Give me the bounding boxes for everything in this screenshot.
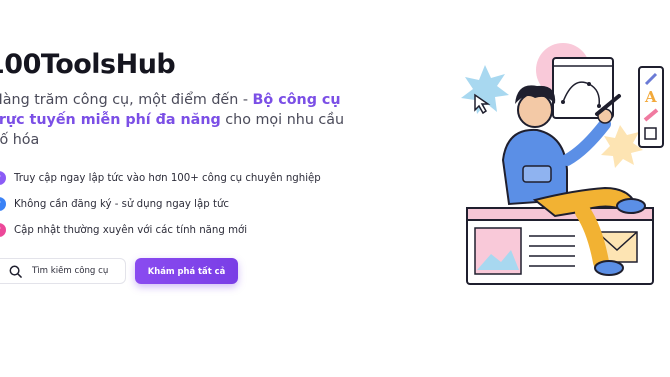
feature-item: ✓ Không cần đăng ký - sử dụng ngay lập t… bbox=[0, 191, 321, 217]
search-box[interactable] bbox=[0, 258, 126, 284]
tagline-tail: cho mọi nhu cầu bbox=[220, 112, 345, 128]
search-input[interactable] bbox=[32, 266, 122, 276]
tagline-lead: Hàng trăm công cụ, một điểm đến - bbox=[0, 92, 253, 108]
feature-list: ✓ Truy cập ngay lập tức vào hơn 100+ côn… bbox=[0, 165, 321, 243]
starburst-yellow bbox=[601, 125, 643, 168]
tagline-accent-2: trực tuyến miễn phí đa năng bbox=[0, 112, 221, 128]
check-icon: ✓ bbox=[0, 223, 6, 237]
explore-all-button[interactable]: Khám phá tất cả bbox=[135, 258, 238, 284]
tagline-accent-1: Bộ công cụ bbox=[252, 92, 341, 108]
feature-text: Không cần đăng ký - sử dụng ngay lập tức bbox=[14, 198, 230, 210]
check-icon: ✓ bbox=[0, 171, 6, 185]
hero-illustration: A bbox=[461, 43, 664, 285]
feature-text: Cập nhật thường xuyên với các tính năng … bbox=[14, 224, 248, 236]
feature-text: Truy cập ngay lập tức vào hơn 100+ công … bbox=[14, 172, 321, 184]
text-tool-icon: A bbox=[644, 88, 657, 106]
hero-tagline: Hàng trăm công cụ, một điểm đến - Bộ côn… bbox=[0, 90, 344, 150]
starburst-decoration bbox=[461, 65, 509, 114]
site-title: 100ToolsHub bbox=[0, 49, 176, 80]
tagline-line3: số hóa bbox=[0, 132, 40, 148]
feature-item: ✓ Truy cập ngay lập tức vào hơn 100+ côn… bbox=[0, 165, 321, 191]
feature-item: ✓ Cập nhật thường xuyên với các tính năn… bbox=[0, 217, 321, 243]
hero-left: 100ToolsHub Hàng trăm công cụ, một điểm … bbox=[0, 0, 344, 377]
search-icon bbox=[9, 265, 22, 278]
check-icon: ✓ bbox=[0, 197, 6, 211]
